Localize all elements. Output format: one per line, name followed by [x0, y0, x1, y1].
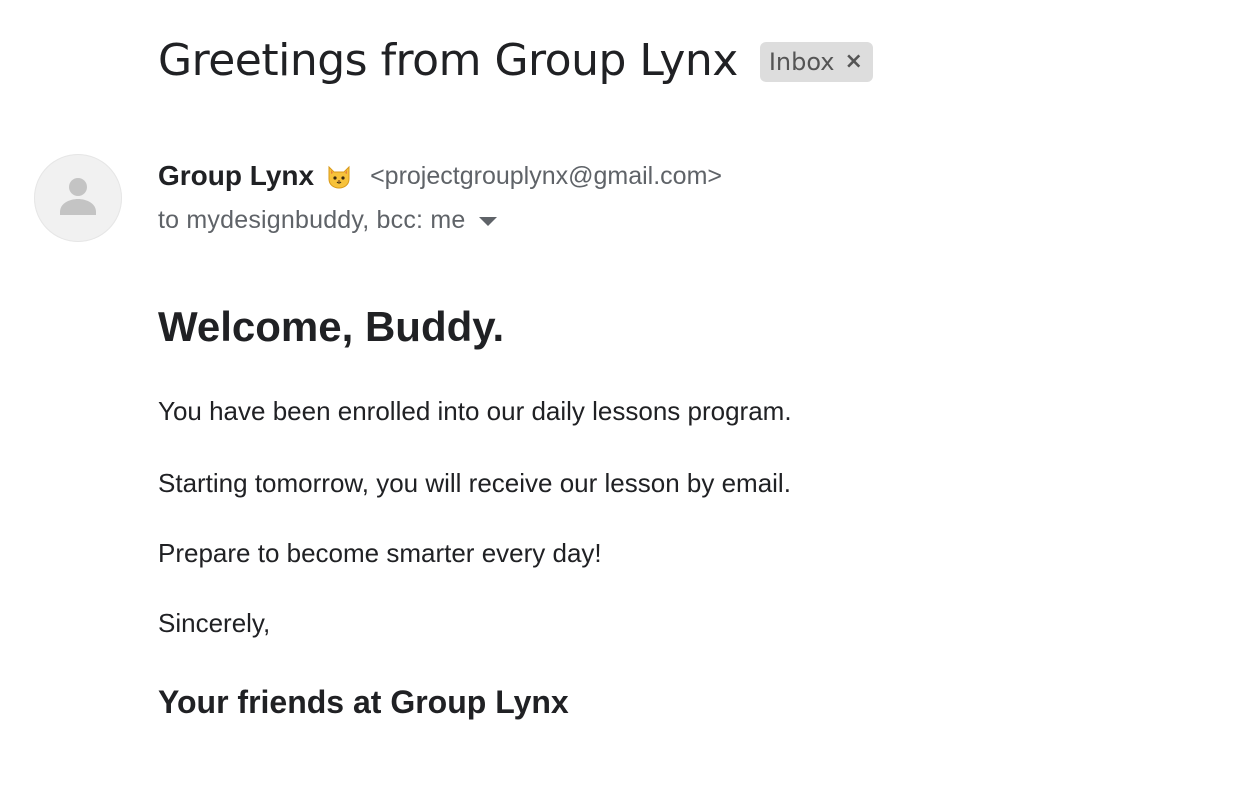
closing-line: Sincerely, — [158, 608, 271, 638]
avatar[interactable] — [34, 154, 122, 242]
sender-name[interactable]: Group Lynx — [158, 160, 314, 192]
recipients-row: to mydesignbuddy, bcc: me — [158, 206, 498, 235]
label-text: Inbox — [768, 48, 835, 76]
body-paragraph: Starting tomorrow, you will receive our … — [158, 468, 791, 498]
close-icon[interactable]: × — [845, 51, 863, 73]
caret-down-icon[interactable] — [479, 217, 498, 226]
email-body: Welcome, Buddy. You have been enrolled i… — [158, 300, 1158, 720]
sender-email: <projectgrouplynx@gmail.com> — [370, 161, 723, 190]
email-subject: Greetings from Group Lynx — [158, 35, 738, 86]
greeting-heading: Welcome, Buddy. — [158, 303, 505, 350]
recipients-text: to mydesignbuddy, bcc: me — [158, 206, 466, 234]
cat-face-emoji-icon — [324, 161, 354, 191]
inbox-label-chip[interactable]: Inbox × — [759, 42, 873, 82]
person-silhouette-icon — [60, 178, 96, 215]
sender-row: Group Lynx <projectgrouplynx@gmail.com> — [158, 160, 722, 192]
signature: Your friends at Group Lynx — [158, 684, 569, 720]
body-paragraph: Prepare to become smarter every day! — [158, 538, 602, 568]
body-paragraph: You have been enrolled into our daily le… — [158, 396, 792, 426]
subject-row: Greetings from Group Lynx Inbox × — [158, 32, 873, 90]
